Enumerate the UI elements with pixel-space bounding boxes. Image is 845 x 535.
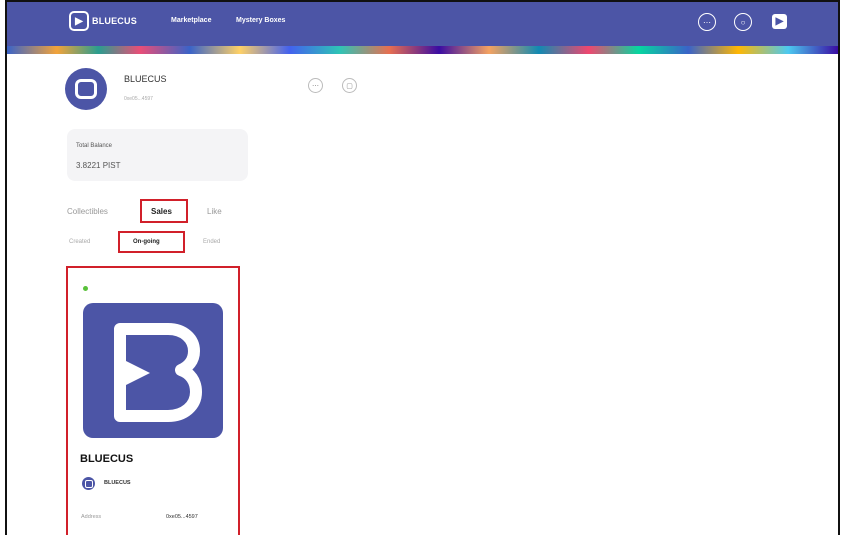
more-icon[interactable]: ⋯: [698, 13, 716, 31]
balance-card: Total Balance 3.8221 PIST: [67, 129, 248, 181]
tab-like[interactable]: Like: [207, 207, 222, 216]
tab-sales[interactable]: Sales: [151, 207, 172, 216]
nft-card[interactable]: BLUECUS BLUECUS Address 0xe05...4597: [66, 266, 240, 535]
address-value: 0xe05...4597: [166, 514, 198, 520]
profile-name: BLUECUS: [124, 74, 167, 84]
avatar: [65, 68, 107, 110]
brand-name: BLUECUS: [92, 16, 137, 26]
brand-b-icon: [114, 322, 202, 422]
status-dot: [83, 286, 88, 291]
balance-value: 3.8221 PIST: [76, 161, 121, 170]
address-label: Address: [81, 514, 102, 520]
profile-banner: [7, 46, 838, 54]
account-brand-icon[interactable]: ▶: [772, 14, 787, 29]
subtab-ended[interactable]: Ended: [203, 239, 220, 245]
balance-label: Total Balance: [76, 143, 113, 149]
share-icon[interactable]: ▢: [342, 78, 357, 93]
brand-logo[interactable]: ▶ BLUECUS: [69, 11, 137, 31]
top-navbar: ▶ BLUECUS Marketplace Mystery Boxes ⋯ ○ …: [7, 2, 838, 46]
subtab-ongoing[interactable]: On-going: [133, 239, 160, 245]
more-options-icon[interactable]: ⋯: [308, 78, 323, 93]
app-window: ▶ BLUECUS Marketplace Mystery Boxes ⋯ ○ …: [5, 0, 840, 535]
nav-link-mystery-boxes[interactable]: Mystery Boxes: [236, 17, 285, 24]
creator-avatar-icon: [82, 477, 95, 490]
nft-title: BLUECUS: [80, 453, 134, 465]
nft-image[interactable]: [83, 303, 223, 438]
creator-name: BLUECUS: [104, 480, 131, 486]
nav-link-marketplace[interactable]: Marketplace: [171, 17, 211, 24]
tab-collectibles[interactable]: Collectibles: [67, 207, 108, 216]
brand-icon: ▶: [69, 11, 89, 31]
subtab-created[interactable]: Created: [69, 239, 90, 245]
profile-address: 0xe05...4597: [124, 96, 153, 102]
search-icon[interactable]: ○: [734, 13, 752, 31]
